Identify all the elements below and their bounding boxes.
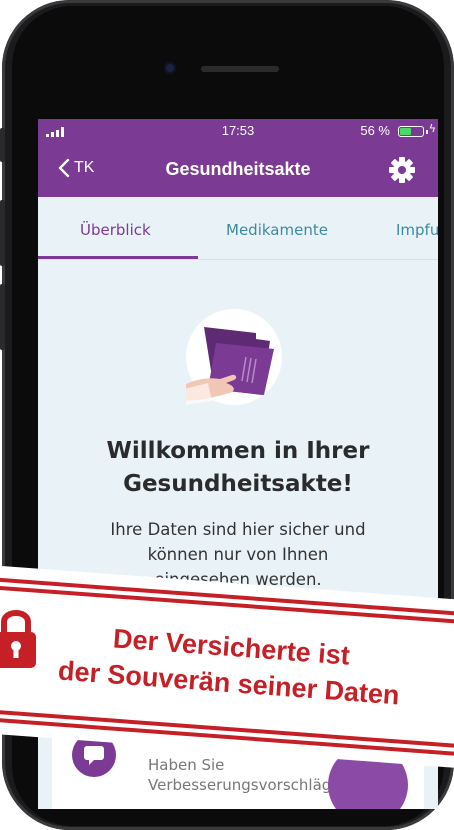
nav-bar: TK Gesundheitsakte: [38, 145, 438, 197]
welcome-text-line2: können nur von Ihnen: [147, 545, 329, 564]
tab-overview[interactable]: Überblick: [80, 221, 151, 239]
feedback-text-line1: Haben Sie: [148, 756, 225, 774]
feedback-text-line2: Verbesserungsvorschläge?: [148, 776, 349, 794]
feedback-text: Haben Sie Verbesserungsvorschläge?: [148, 755, 348, 795]
welcome-heading-line2: Gesundheitsakte!: [123, 471, 353, 497]
page-title: Gesundheitsakte: [165, 159, 311, 179]
folder-icon: [184, 327, 274, 405]
volume-up-button: [0, 200, 5, 266]
tab-vaccinations[interactable]: Impfu: [396, 221, 438, 239]
volume-down-button: [0, 284, 5, 350]
active-tab-indicator: [38, 256, 198, 259]
welcome-text-line1: Ihre Daten sind hier sicher und: [110, 520, 366, 539]
folder-hand-illustration: [184, 309, 282, 405]
front-camera: [164, 62, 176, 74]
welcome-heading: Willkommen in Ihrer Gesundheitsakte!: [38, 435, 438, 501]
overlay-banner: Der Versicherte ist der Souverän seiner …: [0, 564, 454, 770]
charging-bolt-icon: ϟ: [428, 122, 436, 135]
lock-icon: [0, 610, 36, 668]
tab-medications[interactable]: Medikamente: [226, 221, 328, 239]
status-bar: 17:53 56 % ϟ: [38, 119, 438, 145]
earpiece-speaker: [201, 66, 279, 72]
battery-icon: [398, 126, 424, 137]
gear-icon[interactable]: [388, 156, 416, 184]
battery-tip: [426, 130, 428, 134]
battery-percent: 56 %: [360, 123, 390, 138]
tab-bar: Überblick Medikamente Impfu: [38, 197, 438, 260]
mute-switch: [0, 128, 5, 162]
welcome-heading-line1: Willkommen in Ihrer: [106, 438, 370, 464]
battery-level: [400, 128, 412, 135]
